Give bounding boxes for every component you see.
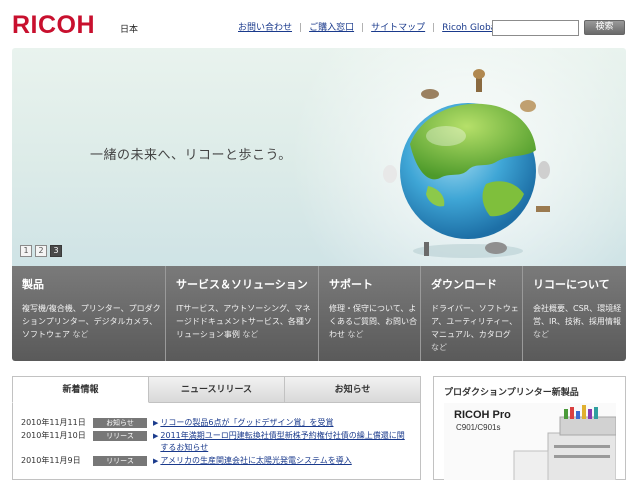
contact-link[interactable]: お問い合わせ xyxy=(238,22,292,34)
category-title: サービス＆ソリューション xyxy=(176,278,308,291)
globe-illustration xyxy=(368,66,568,266)
news-badge: リリース xyxy=(93,431,147,441)
category-title: 製品 xyxy=(22,278,44,291)
pager-button-1[interactable]: 1 xyxy=(20,245,32,257)
tab-latest[interactable]: 新着情報 xyxy=(12,376,149,403)
news-list: 2010年11月11日 お知らせ ▶ リコーの製品6点が「グッドデザイン賞」を受… xyxy=(12,403,421,480)
ricoh-logo[interactable]: RICOH xyxy=(12,11,95,39)
category-nav: 製品 複写機/複合機、プリンター、プロダクションプリンター、デジタルカメラ、ソフ… xyxy=(12,266,626,361)
category-support[interactable]: サポート 修理・保守について、よくあるご質問、お問い合わせ など xyxy=(319,266,421,361)
news-item: 2010年11月9日 リリース ▶ アメリカの生産関連会社に太陽光発電システムを… xyxy=(13,455,420,467)
arrow-icon: ▶ xyxy=(153,419,159,427)
globe-icon xyxy=(383,69,550,258)
link-divider: | xyxy=(361,23,365,33)
news-tabs: 新着情報 ニュースリリース お知らせ xyxy=(12,376,421,403)
promo-image: RICOH Pro C901/C901s xyxy=(444,403,616,480)
news-item: 2010年11月11日 お知らせ ▶ リコーの製品6点が「グッドデザイン賞」を受… xyxy=(13,417,420,429)
category-about[interactable]: リコーについて 会社概要、CSR、環境経営、IR、技術、採用情報 など xyxy=(523,266,626,361)
ricoh-global-link[interactable]: Ricoh Global xyxy=(442,22,498,34)
arrow-icon: ▶ xyxy=(153,457,159,465)
news-link[interactable]: アメリカの生産関連会社に太陽光発電システムを導入 xyxy=(160,455,410,467)
category-services[interactable]: サービス＆ソリューション ITサービス、アウトソーシング、マネージドドキュメント… xyxy=(166,266,319,361)
arrow-icon: ▶ xyxy=(153,432,159,440)
category-description: ITサービス、アウトソーシング、マネージドドキュメントサービス、各種ソリューショ… xyxy=(176,304,312,339)
news-date: 2010年11月9日 xyxy=(21,456,81,465)
category-download[interactable]: ダウンロード ドライバー、ソフトウェア、ユーティリティー、マニュアル、カタログ … xyxy=(421,266,523,361)
site-header: RICOH 日本 お問い合わせ | ご購入窓口 | サイトマップ | Ricoh… xyxy=(0,0,640,46)
pager-button-2[interactable]: 2 xyxy=(35,245,47,257)
promo-title: プロダクションプリンター新製品 xyxy=(444,388,579,398)
news-panel: 新着情報 ニュースリリース お知らせ 2010年11月11日 お知らせ ▶ リコ… xyxy=(12,376,421,480)
news-link[interactable]: 2011年満期ユーロ円建転換社債型新株予約権付社債の繰上償還に関するお知らせ xyxy=(160,430,410,454)
search-input[interactable] xyxy=(492,20,579,36)
category-title: リコーについて xyxy=(533,278,610,291)
news-date: 2010年11月11日 xyxy=(21,418,86,427)
hero-pager: 1 2 3 xyxy=(20,245,62,257)
news-badge: リリース xyxy=(93,456,147,466)
category-description: ドライバー、ソフトウェア、ユーティリティー、マニュアル、カタログ など xyxy=(431,304,519,352)
category-title: ダウンロード xyxy=(431,278,497,291)
sitemap-link[interactable]: サイトマップ xyxy=(371,22,425,34)
pager-button-3[interactable]: 3 xyxy=(50,245,62,257)
tab-notices[interactable]: お知らせ xyxy=(285,376,421,403)
tab-news-release[interactable]: ニュースリリース xyxy=(149,376,285,403)
hero-banner[interactable]: 一緒の未来へ、リコーと歩こう。 1 2 3 xyxy=(12,48,626,266)
link-divider: | xyxy=(299,23,303,33)
search-button[interactable]: 検索 xyxy=(584,20,625,35)
hero-slogan: 一緒の未来へ、リコーと歩こう。 xyxy=(90,148,292,163)
purchase-link[interactable]: ご購入窓口 xyxy=(309,22,354,34)
news-badge: お知らせ xyxy=(93,418,147,428)
category-title: サポート xyxy=(329,278,373,291)
category-description: 複写機/複合機、プリンター、プロダクションプリンター、デジタルカメラ、ソフトウェ… xyxy=(22,304,161,339)
region-label: 日本 xyxy=(120,25,139,35)
link-divider: | xyxy=(432,23,436,33)
printer-icon xyxy=(513,405,616,480)
news-date: 2010年11月10日 xyxy=(21,431,86,440)
utility-links: お問い合わせ | ご購入窓口 | サイトマップ | Ricoh Global xyxy=(238,22,499,34)
product-promo[interactable]: プロダクションプリンター新製品 RICOH Pro C901/C901s xyxy=(433,376,626,480)
news-item: 2010年11月10日 リリース ▶ 2011年満期ユーロ円建転換社債型新株予約… xyxy=(13,430,420,454)
category-description: 会社概要、CSR、環境経営、IR、技術、採用情報 など xyxy=(533,304,622,339)
news-link[interactable]: リコーの製品6点が「グッドデザイン賞」を受賞 xyxy=(160,417,410,429)
category-products[interactable]: 製品 複写機/複合機、プリンター、プロダクションプリンター、デジタルカメラ、ソフ… xyxy=(12,266,166,361)
category-description: 修理・保守について、よくあるご質問、お問い合わせ など xyxy=(329,304,417,339)
